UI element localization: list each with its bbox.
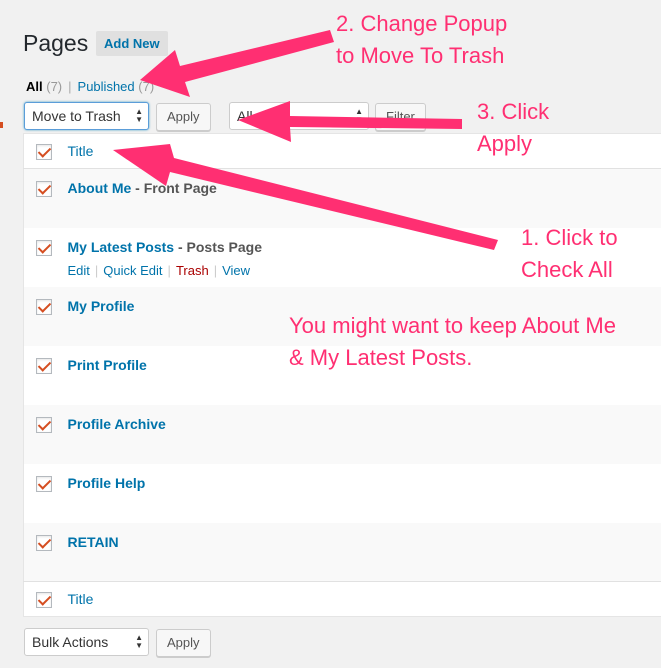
filter-separator: | bbox=[68, 79, 72, 94]
pages-table: Title About Me - Front Page My Latest Po… bbox=[23, 133, 661, 617]
table-row: Profile Archive bbox=[23, 404, 661, 464]
row-checkbox[interactable] bbox=[36, 357, 52, 374]
table-footer-row: Title bbox=[23, 581, 661, 617]
row-title-link[interactable]: About Me bbox=[68, 180, 132, 196]
annotation-step1: 1. Click to Check All bbox=[521, 225, 618, 282]
edit-link[interactable]: Edit bbox=[68, 263, 90, 278]
select-all-checkbox-footer[interactable] bbox=[36, 592, 52, 608]
row-title-link[interactable]: My Latest Posts bbox=[68, 239, 175, 255]
annotation-keep-note: You might want to keep About Me & My Lat… bbox=[289, 313, 616, 370]
bulk-action-value-bottom: Bulk Actions bbox=[32, 634, 109, 650]
row-title-link[interactable]: Profile Archive bbox=[68, 416, 166, 432]
table-header-row: Title bbox=[23, 133, 661, 169]
view-link[interactable]: View bbox=[222, 263, 250, 278]
row-checkbox[interactable] bbox=[36, 298, 52, 315]
filter-all-link[interactable]: All (7) bbox=[26, 79, 62, 94]
date-filter-value: All bbox=[237, 108, 253, 124]
select-arrows-icon: ▲ ▼ bbox=[135, 107, 143, 124]
table-row: Profile Help bbox=[24, 464, 661, 523]
annotation-step2: 2. Change Popup to Move To Trash bbox=[336, 11, 508, 68]
row-checkbox[interactable] bbox=[36, 181, 52, 197]
row-checkbox[interactable] bbox=[36, 416, 52, 433]
select-arrows-icon: ▲ ▼ bbox=[355, 107, 363, 124]
row-title-link[interactable]: RETAIN bbox=[68, 534, 119, 550]
select-arrows-icon: ▲ ▼ bbox=[135, 633, 143, 650]
row-title-link[interactable]: My Profile bbox=[68, 298, 135, 314]
post-state-label: - Front Page bbox=[131, 180, 217, 196]
filter-button[interactable]: Filter bbox=[375, 103, 426, 131]
filter-published-link[interactable]: Published (7) bbox=[78, 79, 155, 94]
bulk-action-select-bottom[interactable]: Bulk Actions ▲ ▼ bbox=[24, 628, 149, 656]
row-title-link[interactable]: Print Profile bbox=[68, 357, 147, 373]
status-filter-links: All (7) | Published (7) bbox=[26, 79, 154, 94]
row-checkbox[interactable] bbox=[36, 475, 52, 492]
bulk-action-select[interactable]: Move to Trash ▲ ▼ bbox=[24, 102, 149, 130]
apply-button-bottom[interactable]: Apply bbox=[156, 629, 211, 657]
arrow-step2 bbox=[140, 30, 334, 97]
add-new-button[interactable]: Add New bbox=[96, 31, 168, 56]
select-all-checkbox[interactable] bbox=[36, 144, 52, 160]
title-column-footer[interactable]: Title bbox=[68, 591, 94, 607]
quick-edit-link[interactable]: Quick Edit bbox=[103, 263, 162, 278]
left-edge-marker bbox=[0, 122, 3, 128]
table-row: About Me - Front Page bbox=[23, 168, 661, 228]
trash-link[interactable]: Trash bbox=[176, 263, 209, 278]
row-checkbox[interactable] bbox=[36, 534, 52, 551]
post-state-label: - Posts Page bbox=[174, 238, 263, 255]
bulk-action-value: Move to Trash bbox=[32, 108, 121, 124]
annotation-step3: 3. Click Apply bbox=[477, 99, 550, 156]
page-title: Pages bbox=[23, 30, 89, 56]
title-column-header[interactable]: Title bbox=[68, 143, 94, 159]
row-title-link[interactable]: Profile Help bbox=[68, 475, 146, 491]
date-filter-select[interactable]: All ▲ ▼ bbox=[229, 102, 369, 130]
row-checkbox[interactable] bbox=[36, 239, 52, 256]
apply-button[interactable]: Apply bbox=[156, 103, 211, 131]
table-row: RETAIN bbox=[23, 522, 661, 582]
